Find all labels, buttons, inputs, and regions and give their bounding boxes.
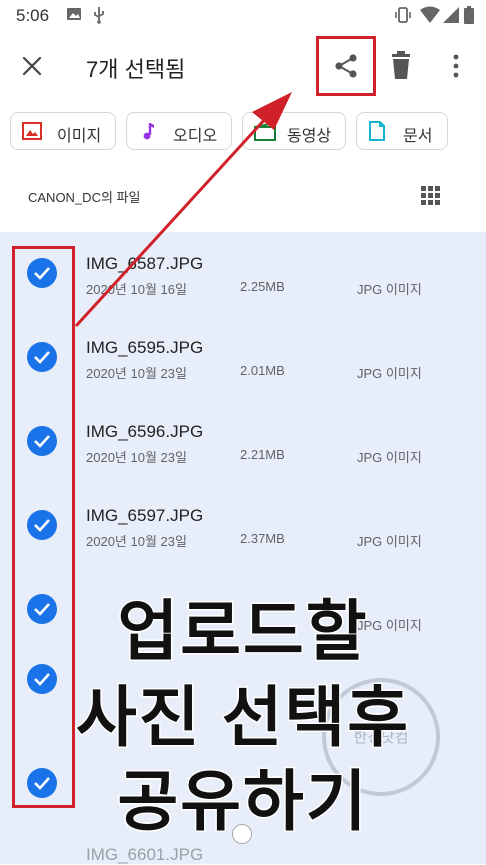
caption-line-2: 사진 선택후	[75, 679, 410, 756]
caption-line-1: 업로드할	[116, 593, 369, 670]
caption-line-3: 공유하기	[116, 763, 369, 840]
